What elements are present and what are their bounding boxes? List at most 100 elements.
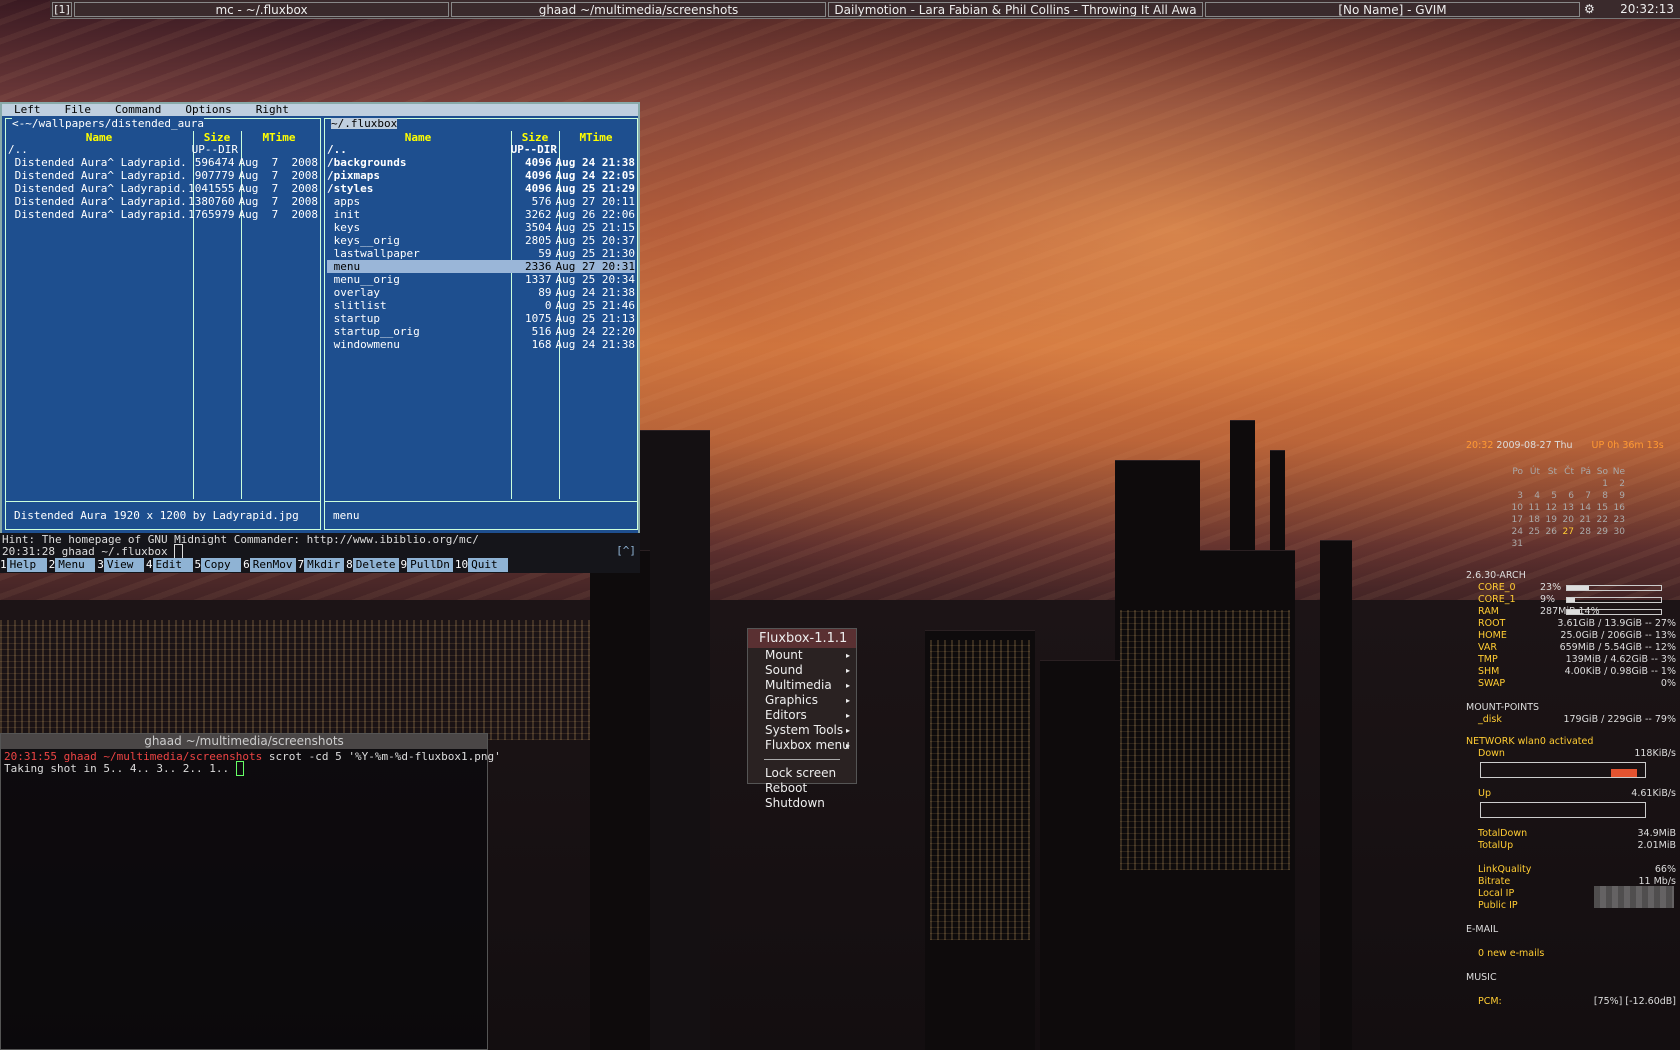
menu-right[interactable]: Right [244,104,301,116]
right-panel[interactable]: ~/.fluxbox Name Size MTime /.. UP--DIR/ba… [324,118,638,530]
conky-date: 2009-08-27 Thu [1496,440,1573,451]
menu-item-label: Reboot [765,781,808,795]
wifi-label: Public IP [1478,900,1518,911]
file-row[interactable]: overlay 89 Aug 24 21:38 [327,286,635,299]
task-mc[interactable]: mc - ~/.fluxbox [74,1,449,17]
fkey-help[interactable]: 1 Help [0,558,47,572]
file-row[interactable]: Distended Aura^ Ladyrapid.jpg1765979Aug … [8,208,318,221]
file-name: /styles [327,182,374,195]
task-browser[interactable]: Dailymotion - Lara Fabian & Phil Collins… [828,1,1203,17]
fkey-label: Copy [201,558,242,572]
fkey-mkdir[interactable]: 7 Mkdir [298,558,345,572]
menu-item-graphics[interactable]: Graphics ▸ [748,693,856,708]
mc-corner[interactable]: [^] [616,545,636,557]
task-terminal[interactable]: ghaad ~/multimedia/screenshots [451,1,826,17]
file-mtime: Aug 7 2008 [238,182,318,195]
terminal-body[interactable]: 20:31:55 ghaad ~/multimedia/screenshots … [1,749,501,777]
file-row[interactable]: menu 2336 Aug 27 20:31 [327,260,635,273]
file-size: 4096 [525,169,552,182]
fkey-label: RenMov [249,558,296,572]
task-gvim[interactable]: [No Name] - GVIM [1205,1,1580,17]
file-name: startup [327,312,380,325]
mc-window: Left File Command Options Right <-~/wall… [0,102,640,572]
toolbar-clock: 20:32:13 [1620,2,1674,16]
wifi-value: 66% [1654,864,1676,875]
menu-item-multimedia[interactable]: Multimedia ▸ [748,678,856,693]
file-row[interactable]: windowmenu 168 Aug 24 21:38 [327,338,635,351]
disk-label: VAR [1478,642,1497,653]
fkey-number: 2 [48,558,56,571]
menu-file[interactable]: File [53,104,104,116]
disk-value: 4.00KiB / 0.98GiB -- 1% [1564,666,1676,677]
file-row[interactable]: /pixmaps 4096 Aug 24 22:05 [327,169,635,182]
file-row[interactable]: /backgrounds 4096 Aug 24 21:38 [327,156,635,169]
menu-command[interactable]: Command [103,104,173,116]
file-row[interactable]: slitlist 0 Aug 25 21:46 [327,299,635,312]
fkey-quit[interactable]: 10 Quit [455,558,509,572]
file-name: Distended Aura^ Ladyrapid.jpg [14,195,186,208]
fkey-delete[interactable]: 8 Delete [346,558,399,572]
file-row[interactable]: /styles 4096 Aug 25 21:29 [327,182,635,195]
file-row[interactable]: Distended Aura^ Ladyrapid.jpg1380760Aug … [8,195,318,208]
file-row[interactable]: keys 3504 Aug 25 21:15 [327,221,635,234]
fkey-edit[interactable]: 4 Edit [146,558,193,572]
disk-value: 139MiB / 4.62GiB -- 3% [1565,654,1676,665]
file-row[interactable]: keys__orig 2805 Aug 25 20:37 [327,234,635,247]
mc-prompt[interactable]: 20:31:28 ghaad ~/.fluxbox [2,545,174,558]
file-row[interactable]: startup__orig 516 Aug 24 22:20 [327,325,635,338]
menu-item-lock-screen[interactable]: Lock screen [748,766,856,781]
fkey-renmov[interactable]: 6 RenMov [243,558,296,572]
weekday: So [1596,467,1608,477]
weekday: Po [1512,467,1523,477]
menu-item-fluxbox-menu[interactable]: Fluxbox menu ▸ [748,738,856,753]
fkey-label: Mkdir [304,558,345,572]
calendar-day: 24 [1511,527,1523,537]
terminal-window[interactable]: ghaad ~/multimedia/screenshots 20:31:55 … [0,733,501,1050]
calendar-day [1540,538,1557,550]
sys-label: CORE_0 [1478,582,1516,593]
file-size: 2336 [525,260,552,273]
right-file-list: /.. UP--DIR/backgrounds 4096 Aug 24 21:38/p… [327,143,635,351]
menu-item-reboot[interactable]: Reboot [748,781,856,796]
menu-item-editors[interactable]: Editors ▸ [748,708,856,723]
menu-item-system-tools[interactable]: System Tools ▸ [748,723,856,738]
file-row[interactable]: /.. UP--DIR [8,143,318,156]
disk-label: ROOT [1478,618,1506,629]
file-mtime: Aug 24 22:05 [555,169,635,182]
calendar-week: 3 4 5 6 7 8 9 [1506,490,1638,502]
calendar-day: 19 [1545,515,1557,525]
file-row[interactable]: startup 1075 Aug 25 21:13 [327,312,635,325]
disk-label: SWAP [1478,678,1506,689]
systray-icon[interactable]: ⚙ [1584,2,1595,16]
menu-item-shutdown[interactable]: Shutdown [748,796,856,811]
menu-item-sound[interactable]: Sound ▸ [748,663,856,678]
fkey-pulldn[interactable]: 9 PullDn [401,558,453,572]
file-row[interactable]: Distended Aura^ Ladyrapid.jpg 907779Aug 7… [8,169,318,182]
file-row[interactable]: /.. UP--DIR [327,143,635,156]
file-name: /.. [8,143,28,156]
menu-item-mount[interactable]: Mount ▸ [748,648,856,663]
file-row[interactable]: init 3262 Aug 26 22:06 [327,208,635,221]
file-row[interactable]: menu__orig 1337 Aug 25 20:34 [327,273,635,286]
fkey-label: PullDn [407,558,453,572]
file-row[interactable]: Distended Aura^ Ladyrapid.jpg1041555Aug … [8,182,318,195]
file-row[interactable]: Distended Aura^ Ladyrapid.jpg 596474Aug 7… [8,156,318,169]
file-mtime: Aug 24 22:20 [555,325,635,338]
calendar-day: 20 [1562,515,1574,525]
fkey-copy[interactable]: 5 Copy [195,558,242,572]
file-mtime: Aug 25 21:13 [555,312,635,325]
fkey-number: 6 [243,558,250,571]
file-row[interactable]: apps 576 Aug 27 20:11 [327,195,635,208]
fkey-view[interactable]: 3 View [97,558,144,572]
left-panel[interactable]: <-~/wallpapers/distended_aura Name Size … [5,118,321,530]
submenu-arrow-icon: ▸ [845,696,850,705]
calendar-day: 1 [1602,479,1608,489]
right-panel-path: ~/.fluxbox [331,117,398,130]
file-size: UP--DIR [191,143,238,156]
workspace-label[interactable]: [1] [52,1,72,17]
menu-left[interactable]: Left [2,104,53,116]
menu-options[interactable]: Options [173,104,243,116]
net-down-value: 118KiB/s [1634,748,1676,759]
fkey-menu[interactable]: 2 Menu [49,558,96,572]
file-row[interactable]: lastwallpaper 59 Aug 25 21:30 [327,247,635,260]
